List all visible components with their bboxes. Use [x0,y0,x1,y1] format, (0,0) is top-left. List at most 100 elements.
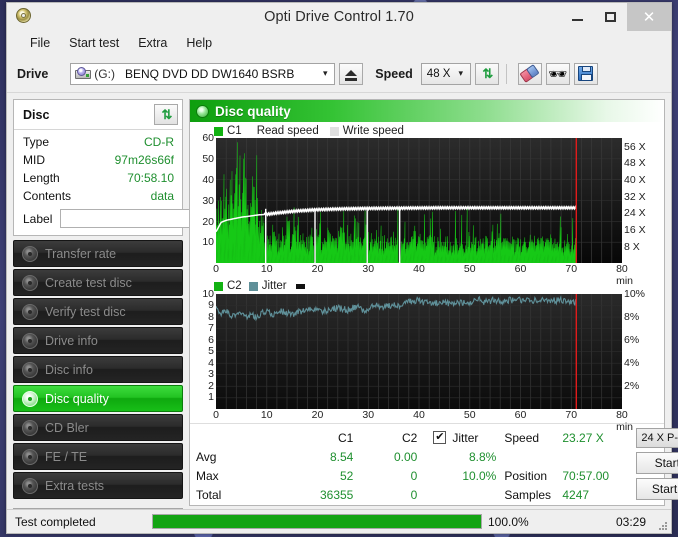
speed-select[interactable]: 48 X ▾ [420,62,471,85]
save-button[interactable] [573,62,598,85]
jitter-checkbox[interactable]: ✔ [433,431,447,444]
sidebar-item-transfer-rate[interactable]: Transfer rate [13,240,183,267]
erase-disc-icon [519,64,540,83]
stats-avg-c2: 0.00 [394,449,418,464]
disc-row-key: MID [23,153,45,167]
stats-jitter-group: ✔ Jitter 8.8% 10.0% [433,428,498,505]
y-tick-label: 4 [208,356,214,369]
readout-label-speed: Speed [504,430,540,445]
stats-spacer [196,428,221,447]
speed-select-value: 48 X [426,67,451,80]
refresh-arrows-icon: ⇅ [482,65,493,81]
sidebar-item-label: Extra tests [45,478,105,493]
disc-refresh-button[interactable]: ⇅ [154,104,178,125]
menu-bar: File Start test Extra Help [7,31,671,55]
y-tick-label: 9 [208,299,214,312]
y2-tick-label: 6% [624,333,640,346]
menu-item-help[interactable]: Help [177,33,221,53]
navigation-list: Transfer rate Create test disc Verify te… [13,240,183,499]
c2-jitter-chart[interactable] [216,293,622,409]
jitter-avg: 8.8% [469,449,497,464]
disc-row-value: 70:58.10 [127,171,174,185]
c2-chart-wrap: 1 2 3 4 5 6 7 8 9 10 2% 4% 6% 8% 10% [194,288,660,409]
sidebar-item-extra-tests[interactable]: Extra tests [13,472,183,499]
sidebar-item-label: FE / TE [45,449,88,464]
legend-label-jitter: Jitter [261,280,287,293]
disc-row-value: data [150,189,174,203]
disc-quality-icon [196,104,209,118]
resize-grip[interactable] [654,515,668,530]
y2-tick-label: 32 X [624,190,646,203]
stats-readout: Speed 23.27 X Position 70:57.00 Samples … [504,428,628,505]
c1-chart-legend: C1 Read speed Write speed [194,124,660,138]
sidebar-item-disc-quality[interactable]: Disc quality [13,385,183,412]
y2-tick-label: 16 X [624,223,646,236]
stats-max-c1: 52 [340,469,354,483]
y-tick-label: 1 [208,391,214,404]
disc-row-type: Type CD-R [23,134,174,151]
legend-swatch-jitter [248,281,258,291]
title-bar: Opti Drive Control 1.70 ✕ [7,3,671,31]
c1-chart-wrap: 10 20 30 40 50 60 8 X 16 X 24 X 32 X 40 X 48 X 56 X [194,132,660,264]
minimize-button[interactable] [561,3,594,31]
main-panel: Disc quality C1 Read speed Write speed 1… [189,99,678,506]
sidebar-item-create-test-disc[interactable]: Create test disc [13,269,183,296]
sidebar-item-label: CD Bler [45,420,89,435]
stats-max-c2: 0 [410,469,418,483]
connect-button[interactable]: 🕶 [545,62,570,85]
x-tick-label: 50 [463,408,476,421]
refresh-button[interactable]: ⇅ [474,62,499,85]
c2-y-axis-left: 1 2 3 4 5 6 7 8 9 10 [194,288,216,409]
disc-label-row: Label [23,208,264,229]
start-full-button[interactable]: Start full [636,452,678,474]
sidebar-item-label: Disc quality [45,391,109,406]
x-tick-label: 70 [565,408,578,421]
chevron-down-icon[interactable]: ▾ [454,68,468,79]
menu-item-start-test[interactable]: Start test [60,33,128,53]
legend-swatch-c1 [214,126,223,136]
disc-panel-header: Disc ⇅ [14,100,182,130]
app-window: Opti Drive Control 1.70 ✕ File Start tes… [6,2,678,534]
y-tick-label: 10 [202,236,214,249]
test-speed-select[interactable]: 24 X P-CAV ▾ [636,428,678,448]
menu-item-extra[interactable]: Extra [129,33,176,53]
eject-button[interactable] [339,62,364,85]
stats-total-c1: 36355 [319,488,354,503]
menu-item-file[interactable]: File [21,33,59,53]
sidebar-item-drive-info[interactable]: Drive info [13,327,183,354]
disc-row-value: 97m26s66f [114,153,174,167]
legend-swatch-c2 [214,281,223,291]
disc-create-icon [22,274,38,291]
drive-volume: (G:) [94,66,115,81]
close-button[interactable]: ✕ [627,3,671,31]
erase-disc-button[interactable] [517,62,542,85]
start-part-button[interactable]: Start part [636,478,678,500]
optical-drive-icon [75,67,92,80]
x-tick-label: 80 min [616,408,634,433]
drive-select[interactable]: (G:) BENQ DVD DD DW1640 BSRB ▾ [70,62,336,85]
disc-row-length: Length 70:58.10 [23,170,174,187]
disc-fete-icon [22,448,38,465]
chevron-down-icon[interactable]: ▾ [318,68,332,79]
x-tick-label: 0 [213,263,219,276]
sidebar-item-cd-bler[interactable]: CD Bler [13,414,183,441]
disc-transfer-icon [22,245,38,262]
sidebar-item-disc-info[interactable]: Disc info [13,356,183,383]
legend-swatch-extra [295,283,305,289]
drive-toolbar: Drive (G:) BENQ DVD DD DW1640 BSRB ▾ Spe… [7,55,671,93]
drive-label: Drive [17,66,49,81]
jitter-spacer [433,485,498,504]
sidebar-item-verify-test-disc[interactable]: Verify test disc [13,298,183,325]
maximize-button[interactable] [594,3,627,31]
x-tick-label: 10 [260,408,273,421]
drive-model: BENQ DVD DD DW1640 BSRB [124,66,295,81]
y2-tick-label: 40 X [624,173,646,186]
test-speed-value: 24 X P-CAV [641,432,678,444]
disc-properties: Type CD-R MID 97m26s66f Length 70:58.10 … [14,130,264,235]
sidebar-item-fe-te[interactable]: FE / TE [13,443,183,470]
y-tick-label: 40 [202,173,214,186]
y2-tick-label: 4% [624,356,640,369]
page-title: Disc quality [215,103,291,119]
test-controls: 24 X P-CAV ▾ Start full Start part [636,428,678,505]
c1-error-chart[interactable] [216,138,622,264]
